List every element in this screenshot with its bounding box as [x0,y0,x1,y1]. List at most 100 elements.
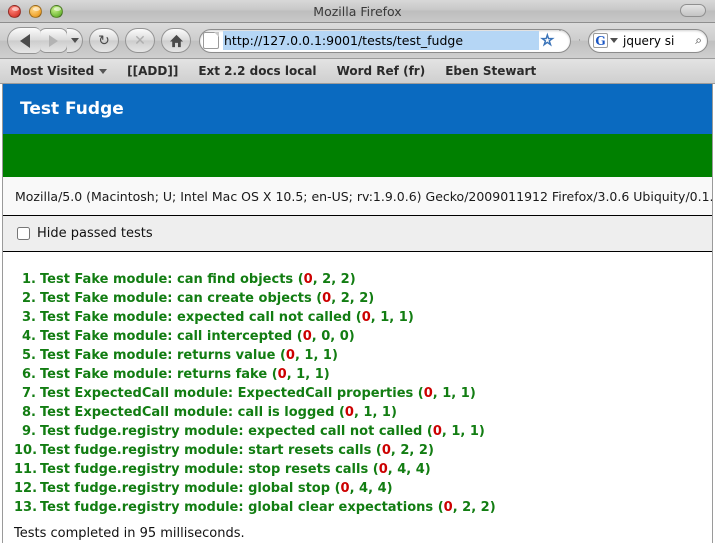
qunit-test-item[interactable]: Test Fake module: expected call not call… [14,308,715,327]
window-titlebar: Mozilla Firefox [0,0,715,23]
url-input[interactable]: http://127.0.0.1:9001/tests/test_fudge [223,31,539,50]
qunit-test-item[interactable]: Test ExpectedCall module: call is logged… [14,403,715,422]
bookmark-label: Most Visited [10,64,95,78]
bookmark-label: Eben Stewart [445,64,537,78]
qunit-test-name: Test fudge.registry module: global clear… [40,499,438,515]
qunit-test-counts: (0, 0, 0) [296,328,355,344]
qunit-passed-count: 2 [322,271,332,287]
qunit-failed-count: 0 [381,442,391,458]
bookmark-ext-docs[interactable]: Ext 2.2 docs local [198,64,316,78]
forward-button [38,28,68,53]
qunit-test-item[interactable]: Test fudge.registry module: start resets… [14,441,715,460]
bookmark-label: Word Ref (fr) [336,64,426,78]
hide-passed-tests-checkbox[interactable] [17,227,30,240]
qunit-passed-count: 1 [296,366,306,382]
qunit-total-count: 2 [359,290,369,306]
bookmark-add[interactable]: [[ADD]] [127,64,178,78]
qunit-total-count: 1 [314,366,324,382]
search-engine-chevron-icon[interactable] [610,38,618,43]
qunit-test-item[interactable]: Test Fake module: can find objects (0, 2… [14,270,715,289]
home-button[interactable] [161,28,191,53]
qunit-failed-count: 0 [340,480,350,496]
search-bar[interactable]: G jquery si ⌕ [588,28,708,53]
qunit-failed-count: 0 [285,347,295,363]
qunit-total-count: 2 [340,271,350,287]
chevron-down-icon [99,68,108,74]
bookmark-eben-stewart[interactable]: Eben Stewart [445,64,536,78]
qunit-test-name: Test fudge.registry module: expected cal… [40,423,427,439]
bookmark-star-icon[interactable]: ☆ [540,32,554,48]
qunit-total-count: 1 [398,309,408,325]
reload-button[interactable]: ↻ [89,28,119,53]
back-button[interactable] [7,27,41,54]
qunit-test-item[interactable]: Test fudge.registry module: global clear… [14,498,715,517]
bookmarks-toolbar: Most Visited [[ADD]] Ext 2.2 docs local … [0,59,715,84]
qunit-failed-count: 0 [378,461,388,477]
qunit-test-item[interactable]: Test ExpectedCall module: ExpectedCall p… [14,384,715,403]
hide-passed-tests-label[interactable]: Hide passed tests [37,226,153,241]
minimize-button[interactable] [29,4,42,18]
nav-button-group [7,27,83,54]
url-bar[interactable]: http://127.0.0.1:9001/tests/test_fudge ☆ [199,28,572,53]
window-controls [8,4,63,18]
page-document-icon [203,32,219,49]
qunit-test-counts: (0, 2, 2) [316,290,375,306]
qunit-failed-count: 0 [443,499,453,515]
qunit-test-item[interactable]: Test Fake module: returns fake (0, 1, 1) [14,365,715,384]
qunit-test-name: Test Fake module: returns value [40,347,280,363]
back-arrow-icon [19,33,30,48]
qunit-test-counts: (0, 1, 1) [279,347,338,363]
toolbar-separator: · [578,35,581,46]
qunit-test-item[interactable]: Test Fake module: call intercepted (0, 0… [14,327,715,346]
history-dropdown-button[interactable] [67,28,83,53]
forward-arrow-icon [48,34,58,47]
navigation-toolbar: ↻ ✕ http://127.0.0.1:9001/tests/test_fud… [0,23,715,59]
qunit-test-item[interactable]: Test Fake module: returns value (0, 1, 1… [14,346,715,365]
qunit-toolbar: Hide passed tests [3,216,712,252]
qunit-failed-count: 0 [302,328,312,344]
qunit-test-counts: (0, 1, 1) [426,423,485,439]
qunit-test-counts: (0, 1, 1) [355,309,414,325]
results-duration: Tests completed in 95 milliseconds. [14,526,245,541]
qunit-results: Tests completed in 95 milliseconds. 0 te… [0,517,715,543]
zoom-button[interactable] [50,4,63,18]
qunit-test-item[interactable]: Test Fake module: can create objects (0,… [14,289,715,308]
close-button[interactable] [8,4,21,18]
qunit-test-item[interactable]: Test fudge.registry module: stop resets … [14,460,715,479]
bookmark-most-visited[interactable]: Most Visited [10,64,108,78]
qunit-test-counts: (0, 4, 4) [372,461,431,477]
qunit-failed-count: 0 [344,404,354,420]
search-icon[interactable]: ⌕ [695,33,702,48]
qunit-test-counts: (0, 2, 2) [297,271,356,287]
page-viewport: Test Fudge Mozilla/5.0 (Macintosh; U; In… [0,84,715,543]
qunit-test-name: Test fudge.registry module: start resets… [40,442,376,458]
chevron-down-icon [556,29,565,50]
qunit-total-count: 4 [377,480,387,496]
chevron-down-icon [70,38,79,43]
qunit-passed-count: 2 [400,442,410,458]
qunit-test-name: Test Fake module: call intercepted [40,328,297,344]
qunit-useragent: Mozilla/5.0 (Macintosh; U; Intel Mac OS … [3,177,712,216]
url-dropdown-button[interactable] [556,29,565,50]
qunit-failed-count: 0 [322,290,332,306]
qunit-total-count: 2 [480,499,490,515]
google-icon[interactable]: G [593,33,608,48]
qunit-test-name: Test Fake module: returns fake [40,366,272,382]
search-input[interactable]: jquery si [618,34,695,48]
qunit-test-item[interactable]: Test fudge.registry module: global stop … [14,479,715,498]
qunit-failed-count: 0 [432,423,442,439]
close-x-icon: ✕ [134,32,146,49]
bookmark-word-ref[interactable]: Word Ref (fr) [337,64,426,78]
qunit-passed-count: 1 [451,423,461,439]
viewport-left-border [2,84,3,543]
qunit-total-count: 0 [339,328,349,344]
qunit-test-name: Test Fake module: expected call not call… [40,309,356,325]
qunit-passed-count: 4 [397,461,407,477]
toolbar-toggle-button[interactable] [680,4,706,17]
qunit-test-counts: (0, 1, 1) [338,404,397,420]
qunit-failed-count: 0 [423,385,433,401]
qunit-test-item[interactable]: Test fudge.registry module: expected cal… [14,422,715,441]
qunit-test-counts: (0, 1, 1) [417,385,476,401]
qunit-test-list: Test Fake module: can find objects (0, 2… [0,252,715,517]
qunit-passed-count: 0 [321,328,331,344]
